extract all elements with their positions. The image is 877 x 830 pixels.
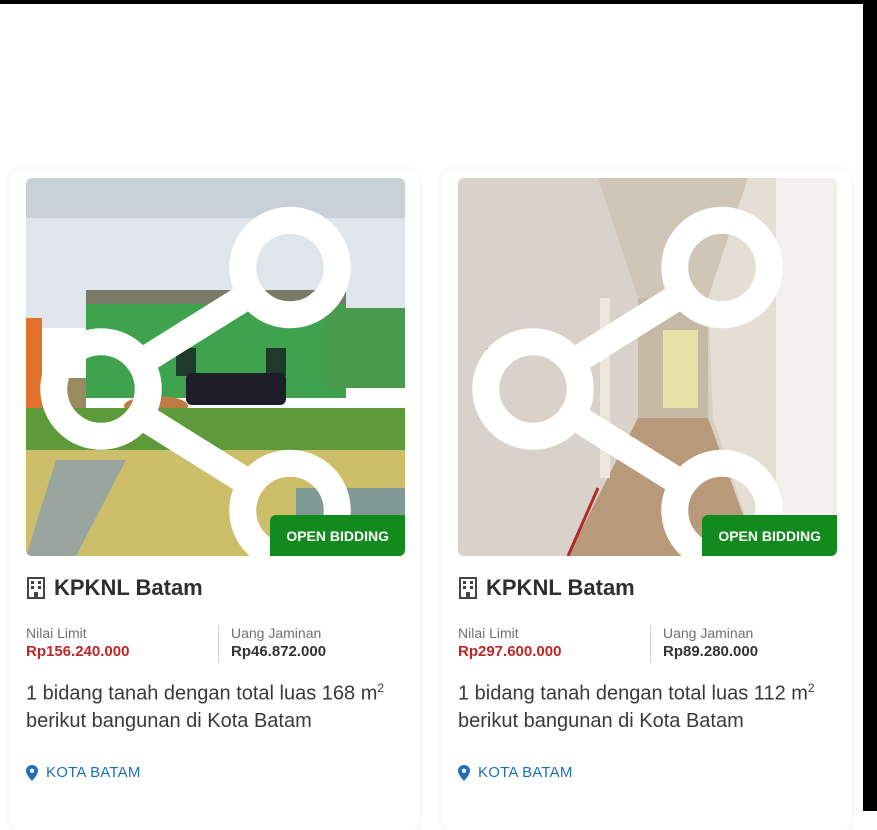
- location-row[interactable]: KOTA BATAM: [26, 764, 141, 781]
- office-name: KPKNL Batam: [486, 575, 635, 600]
- office-row: KPKNL Batam: [26, 575, 203, 601]
- desc-superscript: 2: [807, 681, 815, 695]
- map-pin-icon: [26, 764, 38, 781]
- deposit-price: Uang Jaminan Rp89.280.000: [650, 625, 758, 663]
- listing-card[interactable]: OPEN BIDDING KPKNL Batam Nilai Limit Rp1…: [10, 170, 420, 830]
- desc-main: 1 bidang tanah dengan total luas 112 m: [458, 682, 808, 705]
- deposit-label: Uang Jaminan: [663, 625, 754, 641]
- deposit-value: Rp46.872.000: [231, 643, 327, 660]
- limit-price: Nilai Limit Rp297.600.000: [458, 625, 561, 660]
- price-info: Nilai Limit Rp297.600.000 Uang Jaminan R…: [458, 625, 838, 665]
- property-photo[interactable]: OPEN BIDDING: [26, 178, 405, 556]
- building-icon: [459, 577, 477, 599]
- listing-card[interactable]: OPEN BIDDING KPKNL Batam Nilai Limit Rp2…: [442, 170, 852, 830]
- office-row: KPKNL Batam: [458, 575, 635, 601]
- desc-superscript: 2: [377, 681, 385, 695]
- deposit-label: Uang Jaminan: [231, 625, 322, 641]
- building-icon: [27, 577, 45, 599]
- limit-value: Rp156.240.000: [26, 643, 130, 660]
- open-bidding-badge: OPEN BIDDING: [270, 515, 405, 556]
- office-name: KPKNL Batam: [54, 575, 203, 600]
- listing-description: 1 bidang tanah dengan total luas 112 m2 …: [458, 675, 828, 735]
- price-info: Nilai Limit Rp156.240.000 Uang Jaminan R…: [26, 625, 406, 665]
- limit-label: Nilai Limit: [458, 625, 519, 641]
- frame-border-right: [863, 0, 877, 811]
- share-icon[interactable]: [458, 200, 817, 556]
- desc-main: 1 bidang tanah dengan total luas 168 m: [26, 682, 378, 705]
- limit-label: Nilai Limit: [26, 625, 87, 641]
- deposit-value: Rp89.280.000: [663, 643, 759, 660]
- location-row[interactable]: KOTA BATAM: [458, 764, 573, 781]
- property-photo[interactable]: OPEN BIDDING: [458, 178, 837, 556]
- deposit-price: Uang Jaminan Rp46.872.000: [218, 625, 326, 663]
- listing-description: 1 bidang tanah dengan total luas 168 m2 …: [26, 675, 396, 735]
- open-bidding-badge: OPEN BIDDING: [702, 515, 837, 556]
- map-pin-icon: [458, 764, 470, 781]
- frame-border-top: [0, 0, 877, 4]
- limit-price: Nilai Limit Rp156.240.000: [26, 625, 129, 660]
- share-icon[interactable]: [26, 200, 385, 556]
- desc-rest: berikut bangunan di Kota Batam: [26, 709, 312, 732]
- location-label: KOTA BATAM: [46, 764, 141, 781]
- limit-value: Rp297.600.000: [458, 643, 562, 660]
- desc-rest: berikut bangunan di Kota Batam: [458, 709, 744, 732]
- location-label: KOTA BATAM: [478, 764, 573, 781]
